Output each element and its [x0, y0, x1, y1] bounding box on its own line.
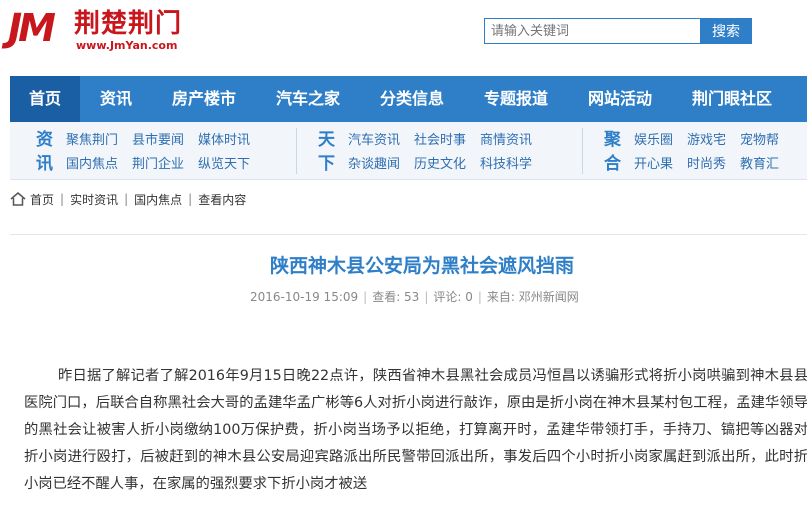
subnav-link[interactable]: 社会时事	[414, 129, 466, 153]
site-logo[interactable]: JM 荆楚荆门 www.JmYan.com	[8, 6, 188, 54]
nav-item-auto[interactable]: 汽车之家	[256, 76, 360, 122]
subnav-link[interactable]: 聚焦荆门	[66, 129, 118, 153]
subnav-link[interactable]: 历史文化	[414, 153, 466, 177]
meta-separator: |	[477, 290, 482, 304]
subnav-group-title: 资讯	[36, 130, 53, 174]
article-body: 昨日据了解记者了解2016年9月15日晚22点许，陕西省神木县黑社会成员冯恒昌以…	[24, 368, 807, 492]
logo-mark: JM	[8, 6, 56, 50]
meta-separator: |	[424, 290, 429, 304]
site-header: JM 荆楚荆门 www.JmYan.com 搜索	[0, 0, 807, 62]
logo-name: 荆楚荆门	[74, 9, 183, 39]
nav-item-special[interactable]: 专题报道	[464, 76, 568, 122]
subnav-link[interactable]: 游戏宅	[687, 129, 726, 153]
breadcrumb-domestic[interactable]: 国内焦点	[134, 191, 182, 208]
article-source: 来自: 邓州新闻网	[486, 290, 579, 304]
breadcrumb-separator: |	[60, 192, 65, 206]
article-title: 陕西神木县公安局为黑社会遮风挡雨	[269, 255, 574, 277]
article-views: 查看: 53	[372, 290, 420, 304]
subnav-link[interactable]: 荆门企业	[132, 153, 184, 177]
article: 陕西神木县公安局为黑社会遮风挡雨 2016-10-19 15:09 | 查看: 53…	[10, 234, 807, 510]
nav-item-home[interactable]: 首页	[10, 76, 80, 122]
subnav-link[interactable]: 时尚秀	[687, 153, 726, 177]
breadcrumb-separator: |	[124, 192, 129, 206]
subnav-links: 聚焦荆门 国内焦点 县市要闻 荆门企业 媒体时讯 纵览天下	[66, 129, 250, 177]
nav-item-news[interactable]: 资讯	[80, 76, 152, 122]
subnav-link[interactable]: 开心果	[634, 153, 673, 177]
subnav-link[interactable]: 商情资讯	[480, 129, 532, 153]
search-button[interactable]: 搜索	[700, 18, 752, 44]
subnav-link[interactable]: 县市要闻	[132, 129, 184, 153]
breadcrumb-current: 查看内容	[198, 192, 247, 207]
article-comments[interactable]: 评论: 0	[433, 290, 473, 304]
subnav-link[interactable]: 纵览天下	[198, 153, 250, 177]
subnav-link[interactable]: 汽车资讯	[348, 129, 400, 153]
article-date: 2016-10-19 15:09	[250, 290, 359, 304]
nav-item-realestate[interactable]: 房产楼市	[152, 76, 256, 122]
subnav-link[interactable]: 媒体时讯	[198, 129, 250, 153]
subnav-group-title: 聚合	[604, 130, 621, 174]
meta-separator: |	[363, 290, 368, 304]
subnav-divider	[582, 128, 583, 174]
breadcrumb: 首页 | 实时资讯 | 国内焦点 | 查看内容	[10, 188, 246, 210]
sub-nav: 资讯 聚焦荆门 国内焦点 县市要闻 荆门企业 媒体时讯 纵览天下 天下 汽车资讯…	[10, 122, 807, 180]
subnav-link[interactable]: 娱乐圈	[634, 129, 673, 153]
breadcrumb-realtime[interactable]: 实时资讯	[70, 191, 118, 208]
article-meta: 2016-10-19 15:09 | 查看: 53 | 评论: 0 | 来自: 邓州新闻网	[250, 289, 579, 305]
logo-url: www.JmYan.com	[76, 39, 178, 52]
subnav-links: 汽车资讯 杂谈趣闻 社会时事 历史文化 商情资讯 科技科学	[348, 129, 532, 177]
nav-item-community[interactable]: 荆门眼社区	[672, 76, 792, 122]
subnav-link[interactable]: 杂谈趣闻	[348, 153, 400, 177]
subnav-link[interactable]: 国内焦点	[66, 153, 118, 177]
search-input[interactable]	[484, 18, 702, 44]
subnav-links: 娱乐圈 开心果 游戏宅 时尚秀 宠物帮 教育汇	[634, 129, 779, 177]
subnav-link[interactable]: 科技科学	[480, 153, 532, 177]
home-icon[interactable]	[10, 192, 26, 206]
nav-item-classified[interactable]: 分类信息	[360, 76, 464, 122]
nav-item-events[interactable]: 网站活动	[568, 76, 672, 122]
subnav-divider	[296, 128, 297, 174]
main-nav: 首页 资讯 房产楼市 汽车之家 分类信息 专题报道 网站活动 荆门眼社区	[10, 76, 807, 122]
subnav-group-title: 天下	[318, 130, 335, 174]
subnav-link[interactable]: 教育汇	[740, 153, 779, 177]
breadcrumb-home[interactable]: 首页	[30, 191, 54, 208]
subnav-link[interactable]: 宠物帮	[740, 129, 779, 153]
breadcrumb-separator: |	[188, 192, 193, 206]
